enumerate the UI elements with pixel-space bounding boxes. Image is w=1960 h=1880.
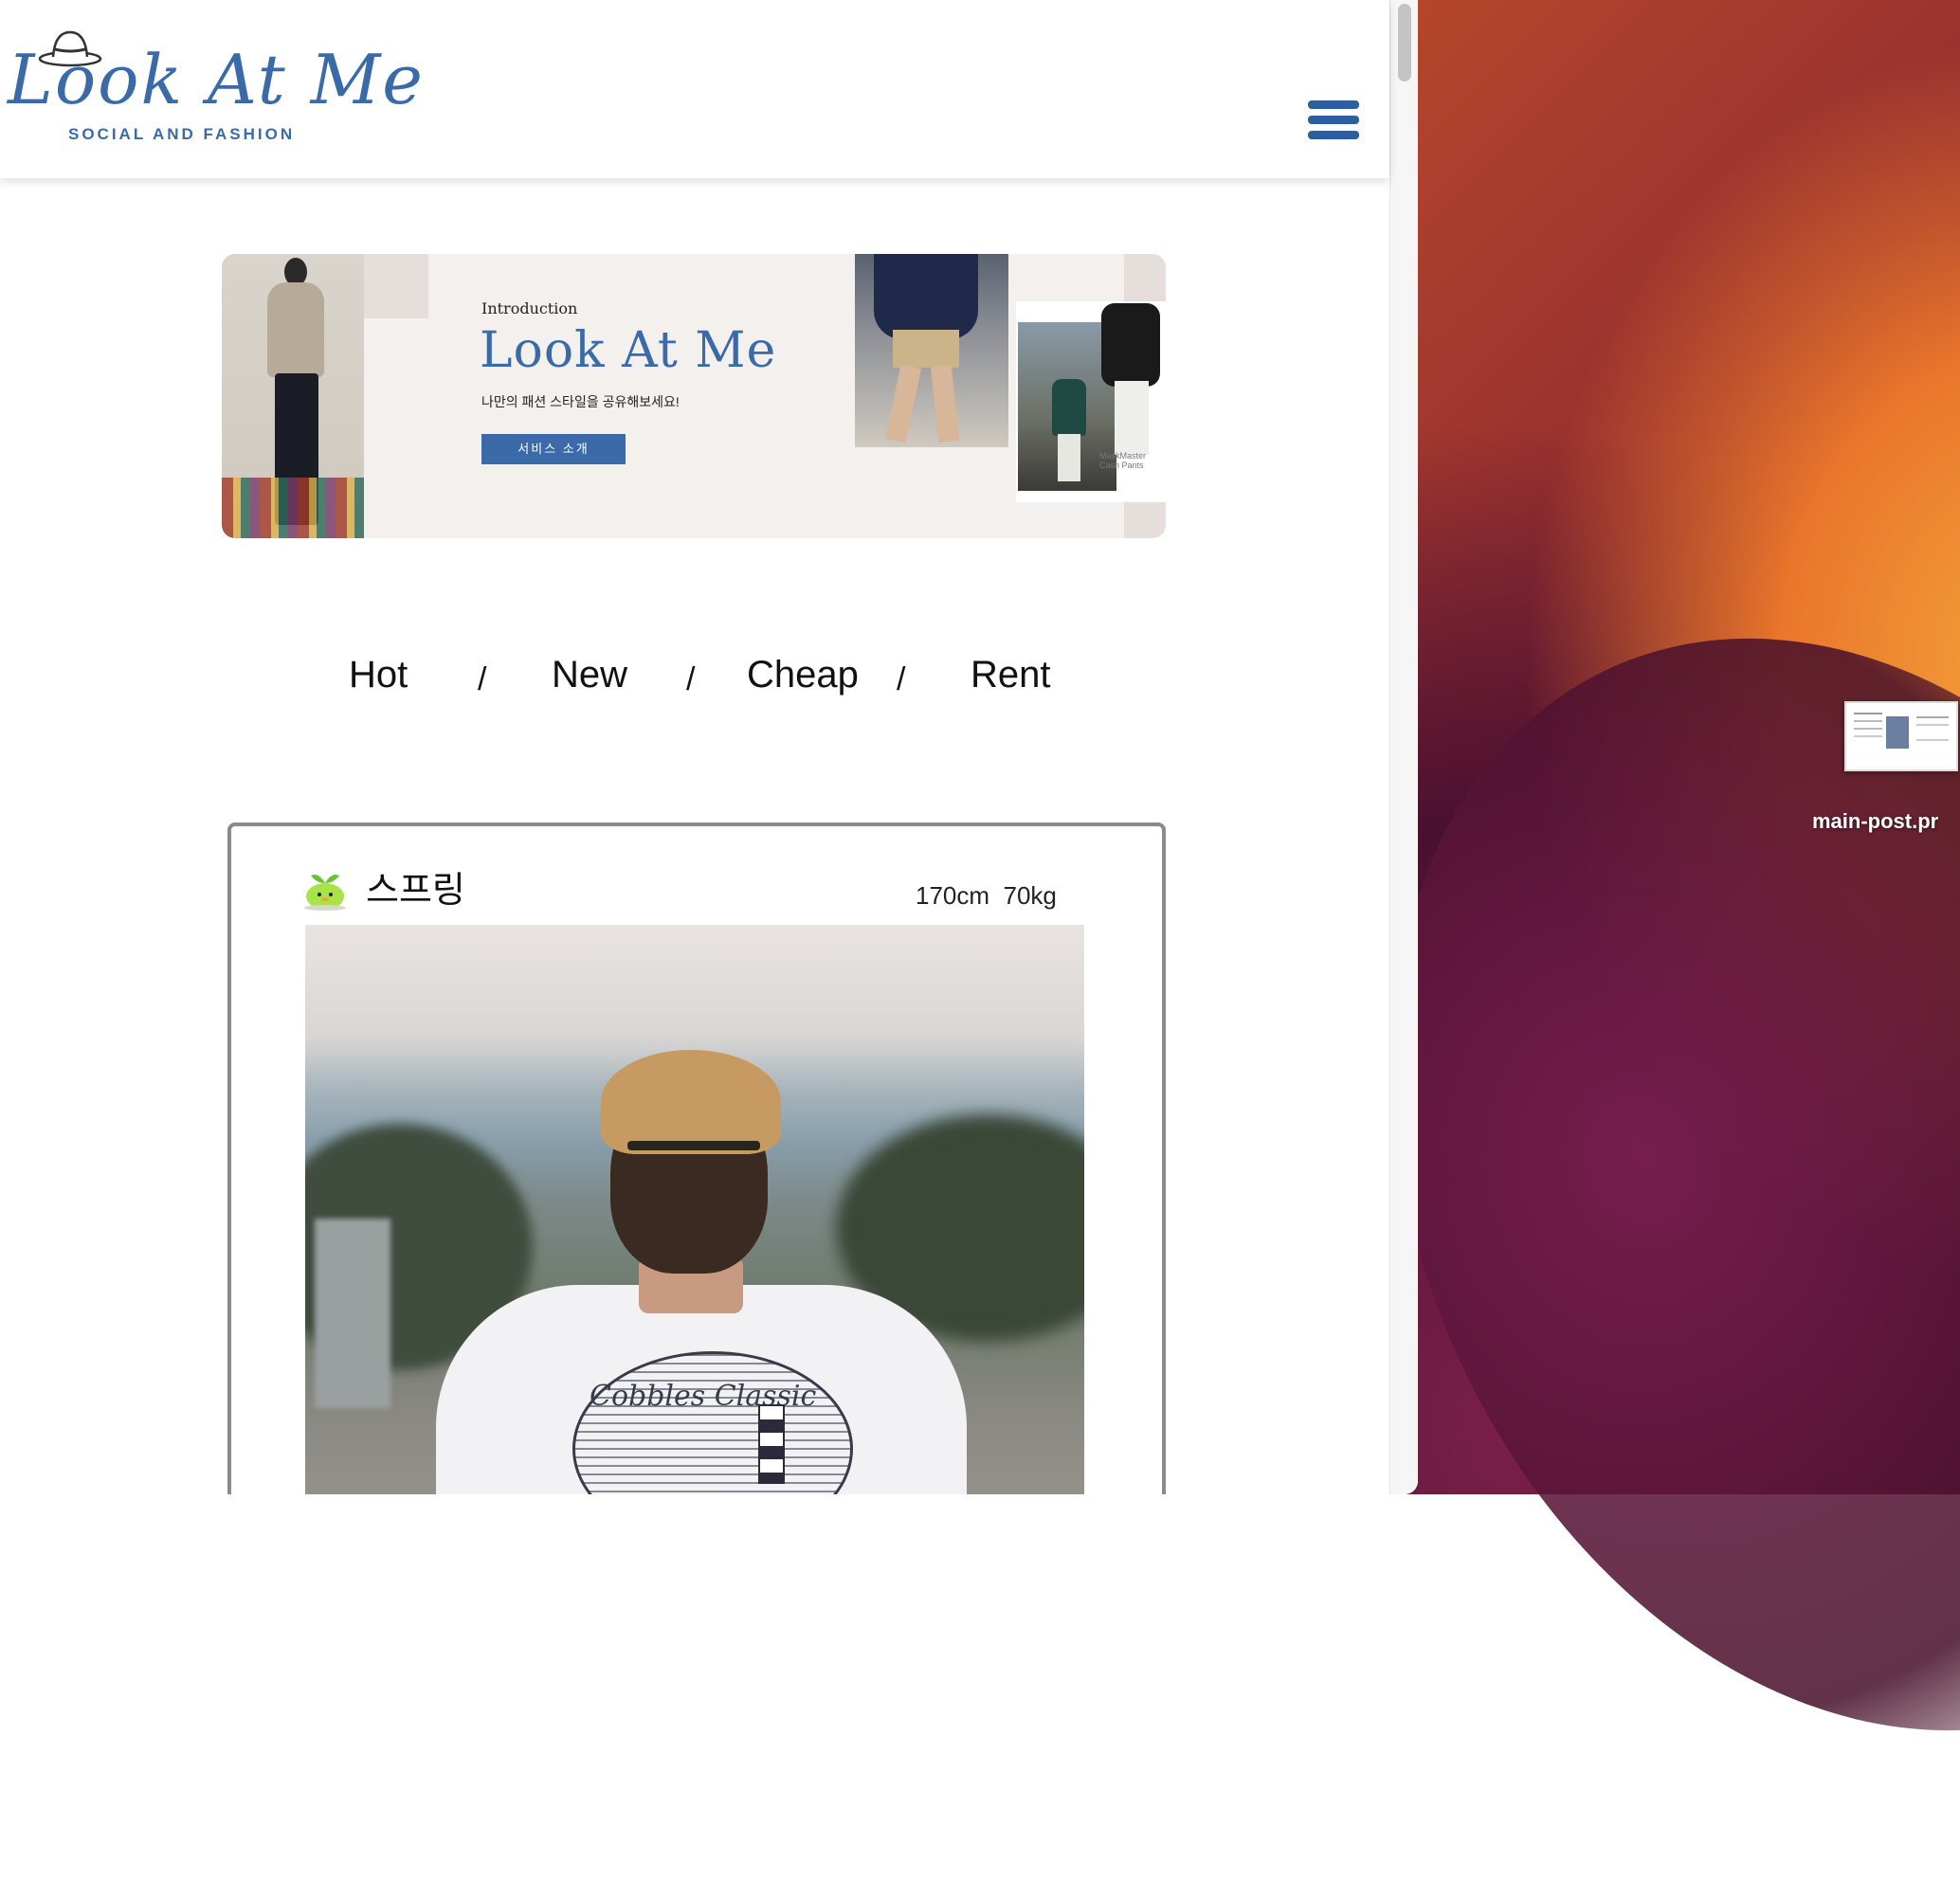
intro-banner: Introduction Look At Me 나만의 패션 스타일을 공유해보… <box>222 254 1166 538</box>
post-card[interactable]: 스프링 170cm 70kg Cobbles Classic <box>227 822 1166 1494</box>
post-weight: 70kg <box>1003 881 1057 910</box>
sprout-avatar-icon <box>304 875 346 911</box>
tab-new[interactable]: New <box>552 654 627 696</box>
banner-photo-middle <box>855 254 1008 447</box>
category-tabs: Hot / New / Cheap / Rent <box>0 654 1389 711</box>
post-body-info: 170cm 70kg <box>916 881 1057 911</box>
banner-photo-caption: MaskMaster Cash Pants <box>1099 451 1147 470</box>
tab-separator: / <box>897 661 906 697</box>
desktop-file-thumbnail[interactable] <box>1844 701 1958 771</box>
tab-separator: / <box>686 661 696 697</box>
desktop-file-label[interactable]: main-post.pr <box>1812 809 1960 838</box>
banner-intro-label: Introduction <box>481 299 578 317</box>
tab-separator: / <box>478 661 487 697</box>
banner-photo-left <box>222 254 364 538</box>
site-logo[interactable]: Look At Me SOCIAL AND FASHION <box>8 27 423 150</box>
banner-subtitle: 나만의 패션 스타일을 공유해보세요! <box>481 394 680 409</box>
browser-window: Look At Me SOCIAL AND FASHION Introducti… <box>0 0 1418 1494</box>
banner-title: Look At Me <box>480 322 777 379</box>
scrollbar-thumb[interactable] <box>1398 4 1411 81</box>
tab-hot[interactable]: Hot <box>349 654 408 696</box>
post-photo[interactable]: Cobbles Classic <box>305 925 1084 1494</box>
page-scrollbar[interactable] <box>1389 0 1418 1494</box>
logo-tagline: SOCIAL AND FASHION <box>68 125 296 143</box>
banner-photo-right: MaskMaster Cash Pants <box>1016 301 1166 502</box>
logo-wordmark: Look At Me <box>8 40 425 119</box>
site-header: Look At Me SOCIAL AND FASHION <box>0 0 1389 178</box>
service-intro-button[interactable]: 서비스 소개 <box>481 434 626 464</box>
post-height: 170cm <box>916 881 990 910</box>
tab-cheap[interactable]: Cheap <box>747 654 859 696</box>
hamburger-menu-icon[interactable] <box>1308 100 1359 144</box>
tab-rent[interactable]: Rent <box>971 654 1051 696</box>
post-username[interactable]: 스프링 <box>366 860 465 913</box>
